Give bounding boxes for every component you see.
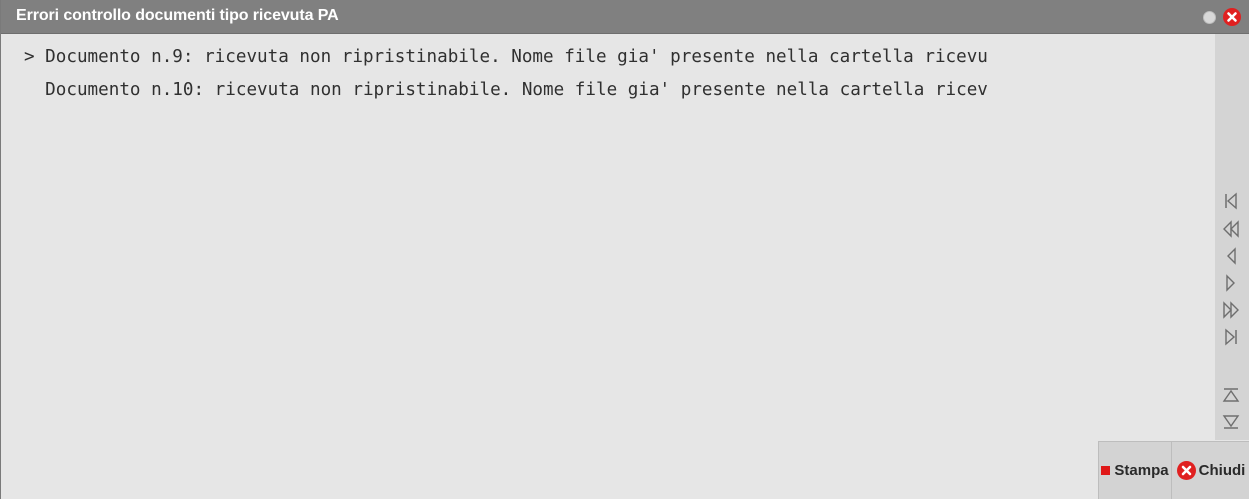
last-icon[interactable]: [1220, 326, 1242, 348]
close-icon: [1176, 461, 1196, 480]
first-icon[interactable]: [1220, 190, 1242, 212]
chiudi-label: Chiudi: [1198, 462, 1246, 479]
previous-icon[interactable]: [1220, 245, 1242, 267]
next-icon[interactable]: [1220, 272, 1242, 294]
print-icon: [1101, 466, 1111, 475]
scroll-bottom-icon[interactable]: [1220, 411, 1242, 433]
message-line[interactable]: Documento n.10: ricevuta non ripristinab…: [24, 80, 988, 100]
chiudi-button[interactable]: Chiudi: [1171, 441, 1249, 499]
title-bar[interactable]: Errori controllo documenti tipo ricevuta…: [1, 0, 1249, 34]
message-line[interactable]: > Documento n.9: ricevuta non ripristina…: [24, 47, 988, 67]
dialog-window: Errori controllo documenti tipo ricevuta…: [0, 0, 1249, 499]
page-down-icon[interactable]: [1220, 299, 1242, 321]
minimize-circle-icon[interactable]: [1203, 11, 1216, 24]
message-list[interactable]: > Documento n.9: ricevuta non ripristina…: [2, 34, 1215, 499]
stampa-button[interactable]: Stampa: [1098, 441, 1171, 499]
scroll-top-icon[interactable]: [1220, 384, 1242, 406]
stampa-label: Stampa: [1114, 462, 1169, 479]
page-up-icon[interactable]: [1220, 218, 1242, 240]
window-title: Errori controllo documenti tipo ricevuta…: [16, 7, 339, 24]
close-window-icon[interactable]: [1223, 8, 1241, 26]
